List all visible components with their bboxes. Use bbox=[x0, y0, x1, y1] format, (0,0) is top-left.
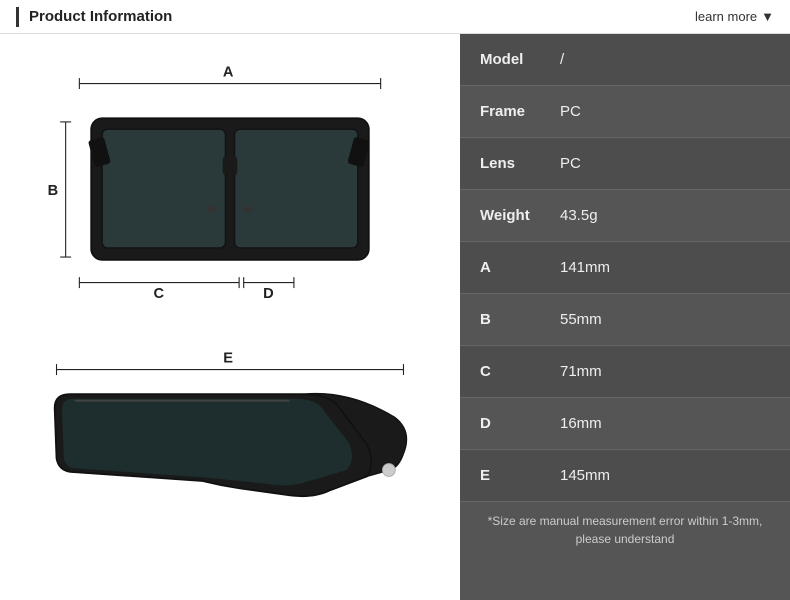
spec-label: Weight bbox=[480, 207, 560, 224]
spec-value: PC bbox=[560, 155, 581, 172]
side-view-container: E bbox=[20, 334, 440, 564]
main-content: A B C D bbox=[0, 34, 790, 600]
spec-value: 71mm bbox=[560, 363, 602, 380]
spec-label: E bbox=[480, 467, 560, 484]
dropdown-icon: ▼ bbox=[761, 9, 774, 24]
spec-row: C 71mm bbox=[460, 346, 790, 398]
spec-value: PC bbox=[560, 103, 581, 120]
spec-row: D 16mm bbox=[460, 398, 790, 450]
front-dimension-svg: A B C D bbox=[20, 44, 440, 324]
spec-label: Model bbox=[480, 51, 560, 68]
learn-more-button[interactable]: learn more ▼ bbox=[695, 9, 774, 24]
spec-value: 43.5g bbox=[560, 207, 598, 224]
spec-label: D bbox=[480, 415, 560, 432]
side-dimension-svg: E bbox=[20, 334, 440, 564]
specs-table: Model / Frame PC Lens PC Weight 43.5g A … bbox=[460, 34, 790, 502]
spec-label: B bbox=[480, 311, 560, 328]
svg-text:E: E bbox=[223, 350, 233, 366]
right-panel: Model / Frame PC Lens PC Weight 43.5g A … bbox=[460, 34, 790, 600]
front-view-container: A B C D bbox=[20, 44, 440, 324]
spec-label: Frame bbox=[480, 103, 560, 120]
page-title: Product Information bbox=[29, 8, 172, 25]
spec-label: A bbox=[480, 259, 560, 276]
header-bar-accent bbox=[16, 7, 19, 27]
spec-label: C bbox=[480, 363, 560, 380]
svg-text:A: A bbox=[223, 64, 234, 80]
spec-row: Frame PC bbox=[460, 86, 790, 138]
svg-text:B: B bbox=[48, 183, 59, 199]
header-left: Product Information bbox=[16, 7, 172, 27]
spec-row: B 55mm bbox=[460, 294, 790, 346]
left-panel: A B C D bbox=[0, 34, 460, 600]
spec-value: 141mm bbox=[560, 259, 610, 276]
spec-row: Weight 43.5g bbox=[460, 190, 790, 242]
spec-value: 55mm bbox=[560, 311, 602, 328]
spec-row: E 145mm bbox=[460, 450, 790, 502]
spec-row: Model / bbox=[460, 34, 790, 86]
spec-value: 16mm bbox=[560, 415, 602, 432]
svg-text:C: C bbox=[154, 286, 165, 302]
svg-text:D: D bbox=[263, 286, 274, 302]
spec-value: 145mm bbox=[560, 467, 610, 484]
spec-label: Lens bbox=[480, 155, 560, 172]
spec-note: *Size are manual measurement error withi… bbox=[460, 502, 790, 558]
spec-row: Lens PC bbox=[460, 138, 790, 190]
learn-more-label: learn more bbox=[695, 9, 757, 24]
spec-value: / bbox=[560, 51, 564, 68]
spec-row: A 141mm bbox=[460, 242, 790, 294]
page-header: Product Information learn more ▼ bbox=[0, 0, 790, 34]
